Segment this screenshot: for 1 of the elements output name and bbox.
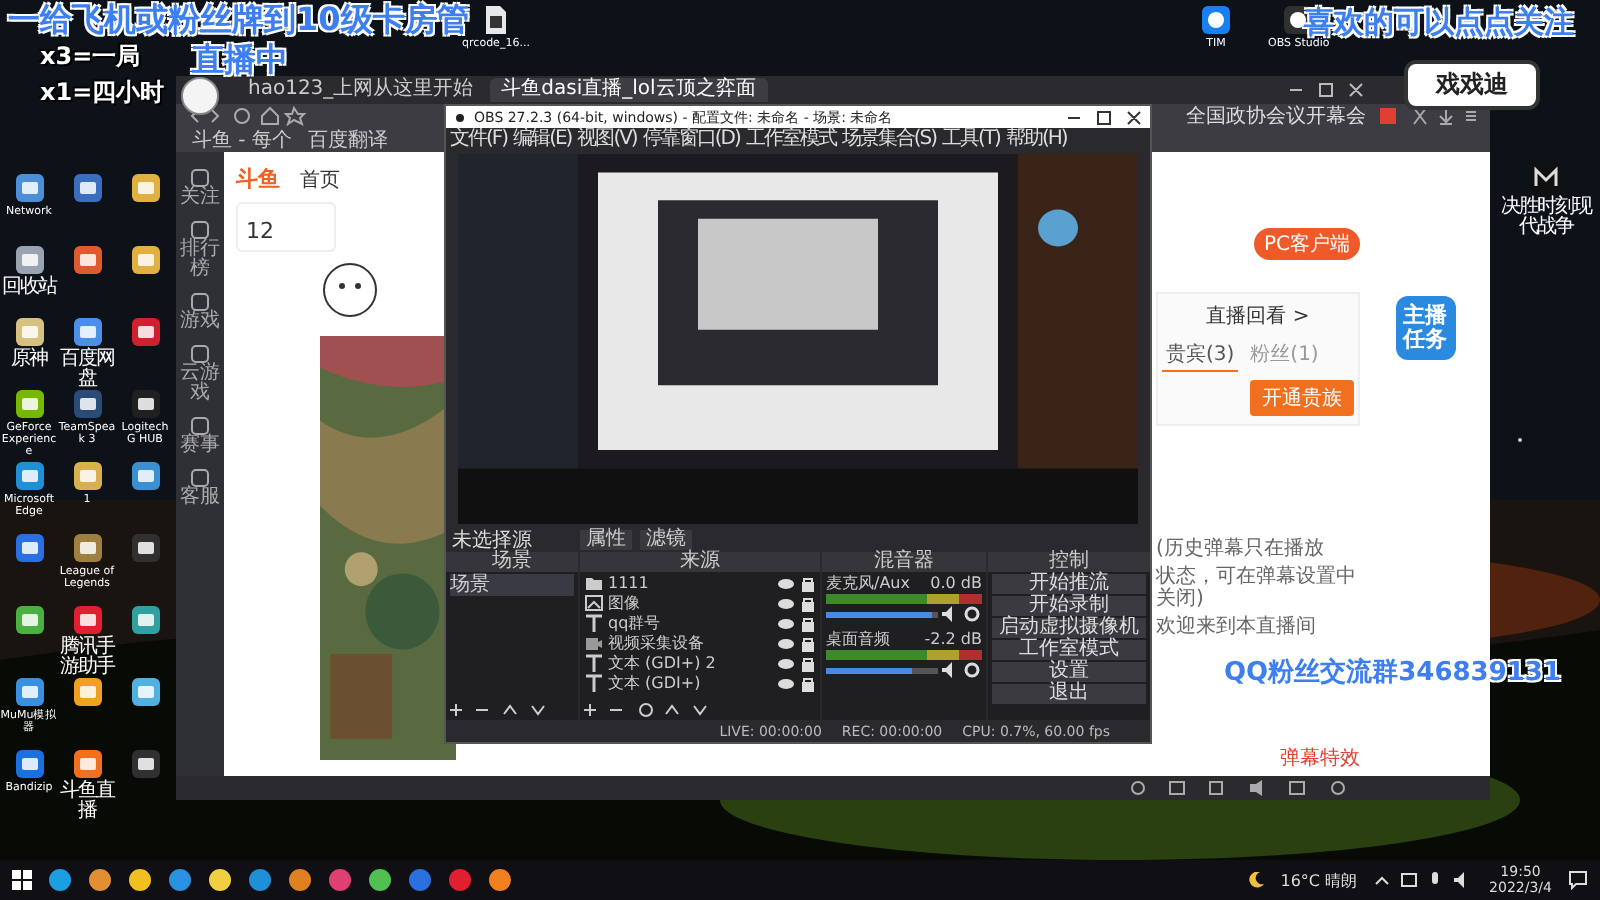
weather-text: 16°C 晴朗 [1280, 869, 1358, 891]
